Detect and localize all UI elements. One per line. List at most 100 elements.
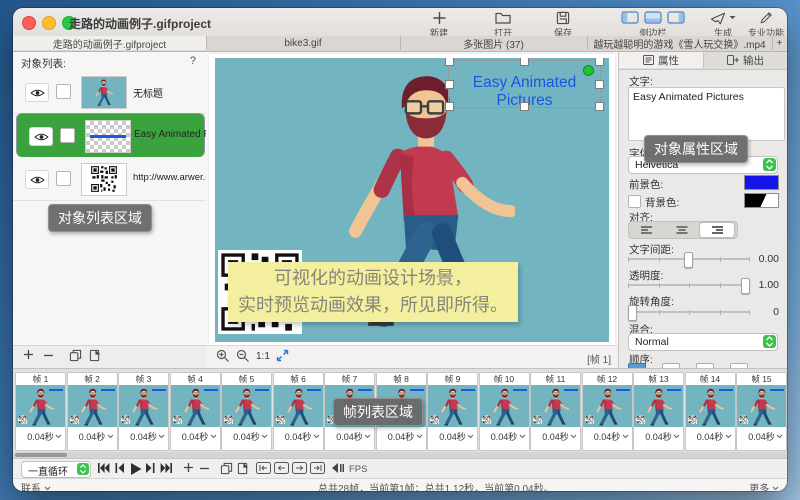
save-button[interactable]: 保存 <box>545 10 581 39</box>
frame-duration-dropdown[interactable]: 0.04秒 <box>480 427 529 447</box>
paste-object-icon[interactable] <box>89 349 101 362</box>
help-button[interactable]: ? <box>190 55 196 67</box>
move-frame-to-start-icon[interactable] <box>256 462 271 474</box>
frame-card[interactable]: 帧 130.04秒 <box>633 372 684 451</box>
duplicate-object-icon[interactable] <box>69 349 82 362</box>
toggle-right-panel-icon[interactable] <box>667 11 685 24</box>
animation-scene[interactable]: Easy Animated Pictures <box>215 58 609 342</box>
tab-attributes[interactable]: 属性 <box>619 52 704 68</box>
rotation-slider[interactable] <box>628 305 750 319</box>
scrollbar-thumb[interactable] <box>15 453 67 457</box>
frame-thumbnail[interactable] <box>634 385 683 427</box>
frame-duration-dropdown[interactable]: 0.04秒 <box>16 427 65 447</box>
object-checkbox[interactable] <box>56 84 71 99</box>
frame-card[interactable]: 帧 140.04秒 <box>685 372 736 451</box>
tab-project[interactable]: 走路的动画例子.gifproject <box>13 36 207 50</box>
align-center-button[interactable] <box>665 223 699 237</box>
align-left-button[interactable] <box>630 223 664 237</box>
minimize-window-button[interactable] <box>42 16 56 30</box>
frame-card[interactable]: 帧 90.04秒 <box>427 372 478 451</box>
add-tab-button[interactable]: + <box>772 36 787 50</box>
visibility-eye-icon[interactable] <box>29 127 53 146</box>
frame-card[interactable]: 帧 150.04秒 <box>736 372 787 451</box>
frame-card[interactable]: 帧 40.04秒 <box>170 372 221 451</box>
frame-duration-dropdown[interactable]: 0.04秒 <box>377 427 426 447</box>
zoom-out-icon[interactable] <box>236 349 250 363</box>
background-color-checkbox[interactable] <box>628 195 641 208</box>
frame-duration-dropdown[interactable]: 0.04秒 <box>68 427 117 447</box>
frame-duration-dropdown[interactable]: 0.04秒 <box>325 427 374 447</box>
frame-card[interactable]: 帧 20.04秒 <box>67 372 118 451</box>
move-frame-to-end-icon[interactable] <box>310 462 325 474</box>
frame-card[interactable]: 帧 10.04秒 <box>15 372 66 451</box>
opacity-slider[interactable] <box>628 278 750 292</box>
copy-frame-icon[interactable] <box>220 462 233 475</box>
loop-mode-dropdown[interactable]: 一直循环 <box>21 461 91 478</box>
resize-handle[interactable] <box>595 58 604 66</box>
resize-handle[interactable] <box>520 102 529 111</box>
open-button[interactable]: 打开 <box>485 10 521 39</box>
toggle-bottom-panel-icon[interactable] <box>644 11 662 24</box>
frame-thumbnail[interactable] <box>171 385 220 427</box>
frame-thumbnail[interactable] <box>16 385 65 427</box>
frame-card[interactable]: 帧 120.04秒 <box>582 372 633 451</box>
frame-card[interactable]: 帧 100.04秒 <box>479 372 530 451</box>
new-button[interactable]: 新建 <box>421 10 457 39</box>
tab-mp4[interactable]: 越玩越聪明的游戏《雪人玩交换》.mp4 <box>587 36 773 50</box>
frame-duration-dropdown[interactable]: 0.04秒 <box>634 427 683 447</box>
sidebar-toggle-group[interactable]: 侧边栏 <box>619 10 687 39</box>
play-button[interactable] <box>129 462 142 476</box>
toggle-left-panel-icon[interactable] <box>621 11 639 24</box>
frame-card[interactable]: 帧 30.04秒 <box>118 372 169 451</box>
frame-duration-dropdown[interactable]: 0.04秒 <box>737 427 786 447</box>
frame-thumbnail[interactable] <box>583 385 632 427</box>
fit-to-window-icon[interactable] <box>276 349 289 362</box>
text-value-input[interactable]: Easy Animated Pictures <box>628 87 785 141</box>
slider-thumb[interactable] <box>741 278 750 294</box>
split-frame-icon[interactable] <box>331 462 344 474</box>
frame-thumbnail[interactable] <box>68 385 117 427</box>
frame-duration-dropdown[interactable]: 0.04秒 <box>583 427 632 447</box>
text-object-selection[interactable]: Easy Animated Pictures <box>448 60 601 108</box>
object-row-untitled[interactable]: 无标题 <box>13 70 206 114</box>
frame-thumbnail[interactable] <box>119 385 168 427</box>
background-color-swatch[interactable] <box>744 193 779 208</box>
visibility-eye-icon[interactable] <box>25 83 49 102</box>
letter-spacing-slider[interactable] <box>628 252 750 266</box>
remove-frame-button[interactable] <box>199 467 210 470</box>
object-checkbox[interactable] <box>60 128 75 143</box>
frame-thumbnail[interactable] <box>222 385 271 427</box>
frame-thumbnail[interactable] <box>531 385 580 427</box>
generate-button[interactable]: 生成 <box>703 10 743 39</box>
frame-thumbnail[interactable] <box>737 385 786 427</box>
tab-output[interactable]: 输出 <box>703 52 787 68</box>
frame-thumbnail[interactable] <box>480 385 529 427</box>
contact-menu[interactable]: 联系 <box>21 480 51 491</box>
frame-duration-dropdown[interactable]: 0.04秒 <box>171 427 220 447</box>
add-object-button[interactable] <box>23 349 34 360</box>
frame-duration-dropdown[interactable]: 0.04秒 <box>428 427 477 447</box>
frame-duration-dropdown[interactable]: 0.04秒 <box>274 427 323 447</box>
resize-handle[interactable] <box>595 80 604 89</box>
previous-frame-button[interactable] <box>114 462 125 474</box>
pro-features-button[interactable]: 专业功能 <box>745 10 787 39</box>
more-menu[interactable]: 更多 <box>749 480 779 491</box>
zoom-in-icon[interactable] <box>216 349 230 363</box>
resize-handle[interactable] <box>520 58 529 66</box>
resize-handle[interactable] <box>445 58 454 66</box>
blend-dropdown[interactable]: Normal <box>628 333 778 351</box>
frame-thumbnail[interactable] <box>428 385 477 427</box>
frame-card[interactable]: 帧 110.04秒 <box>530 372 581 451</box>
frame-card[interactable]: 帧 60.04秒 <box>273 372 324 451</box>
next-frame-button[interactable] <box>145 462 156 474</box>
rotation-handle[interactable] <box>583 65 594 76</box>
foreground-color-swatch[interactable] <box>744 175 779 190</box>
align-right-button[interactable] <box>700 223 734 237</box>
object-row-qr[interactable]: http://www.arwer.com <box>13 157 206 201</box>
object-row-text-selected[interactable]: Easy Animated Pictures <box>16 113 205 157</box>
tab-multi-images[interactable]: 多张图片 (37) <box>400 36 588 50</box>
close-window-button[interactable] <box>22 16 36 30</box>
frame-thumbnail[interactable] <box>686 385 735 427</box>
tab-bike3[interactable]: bike3.gif <box>206 36 401 50</box>
frame-duration-dropdown[interactable]: 0.04秒 <box>686 427 735 447</box>
